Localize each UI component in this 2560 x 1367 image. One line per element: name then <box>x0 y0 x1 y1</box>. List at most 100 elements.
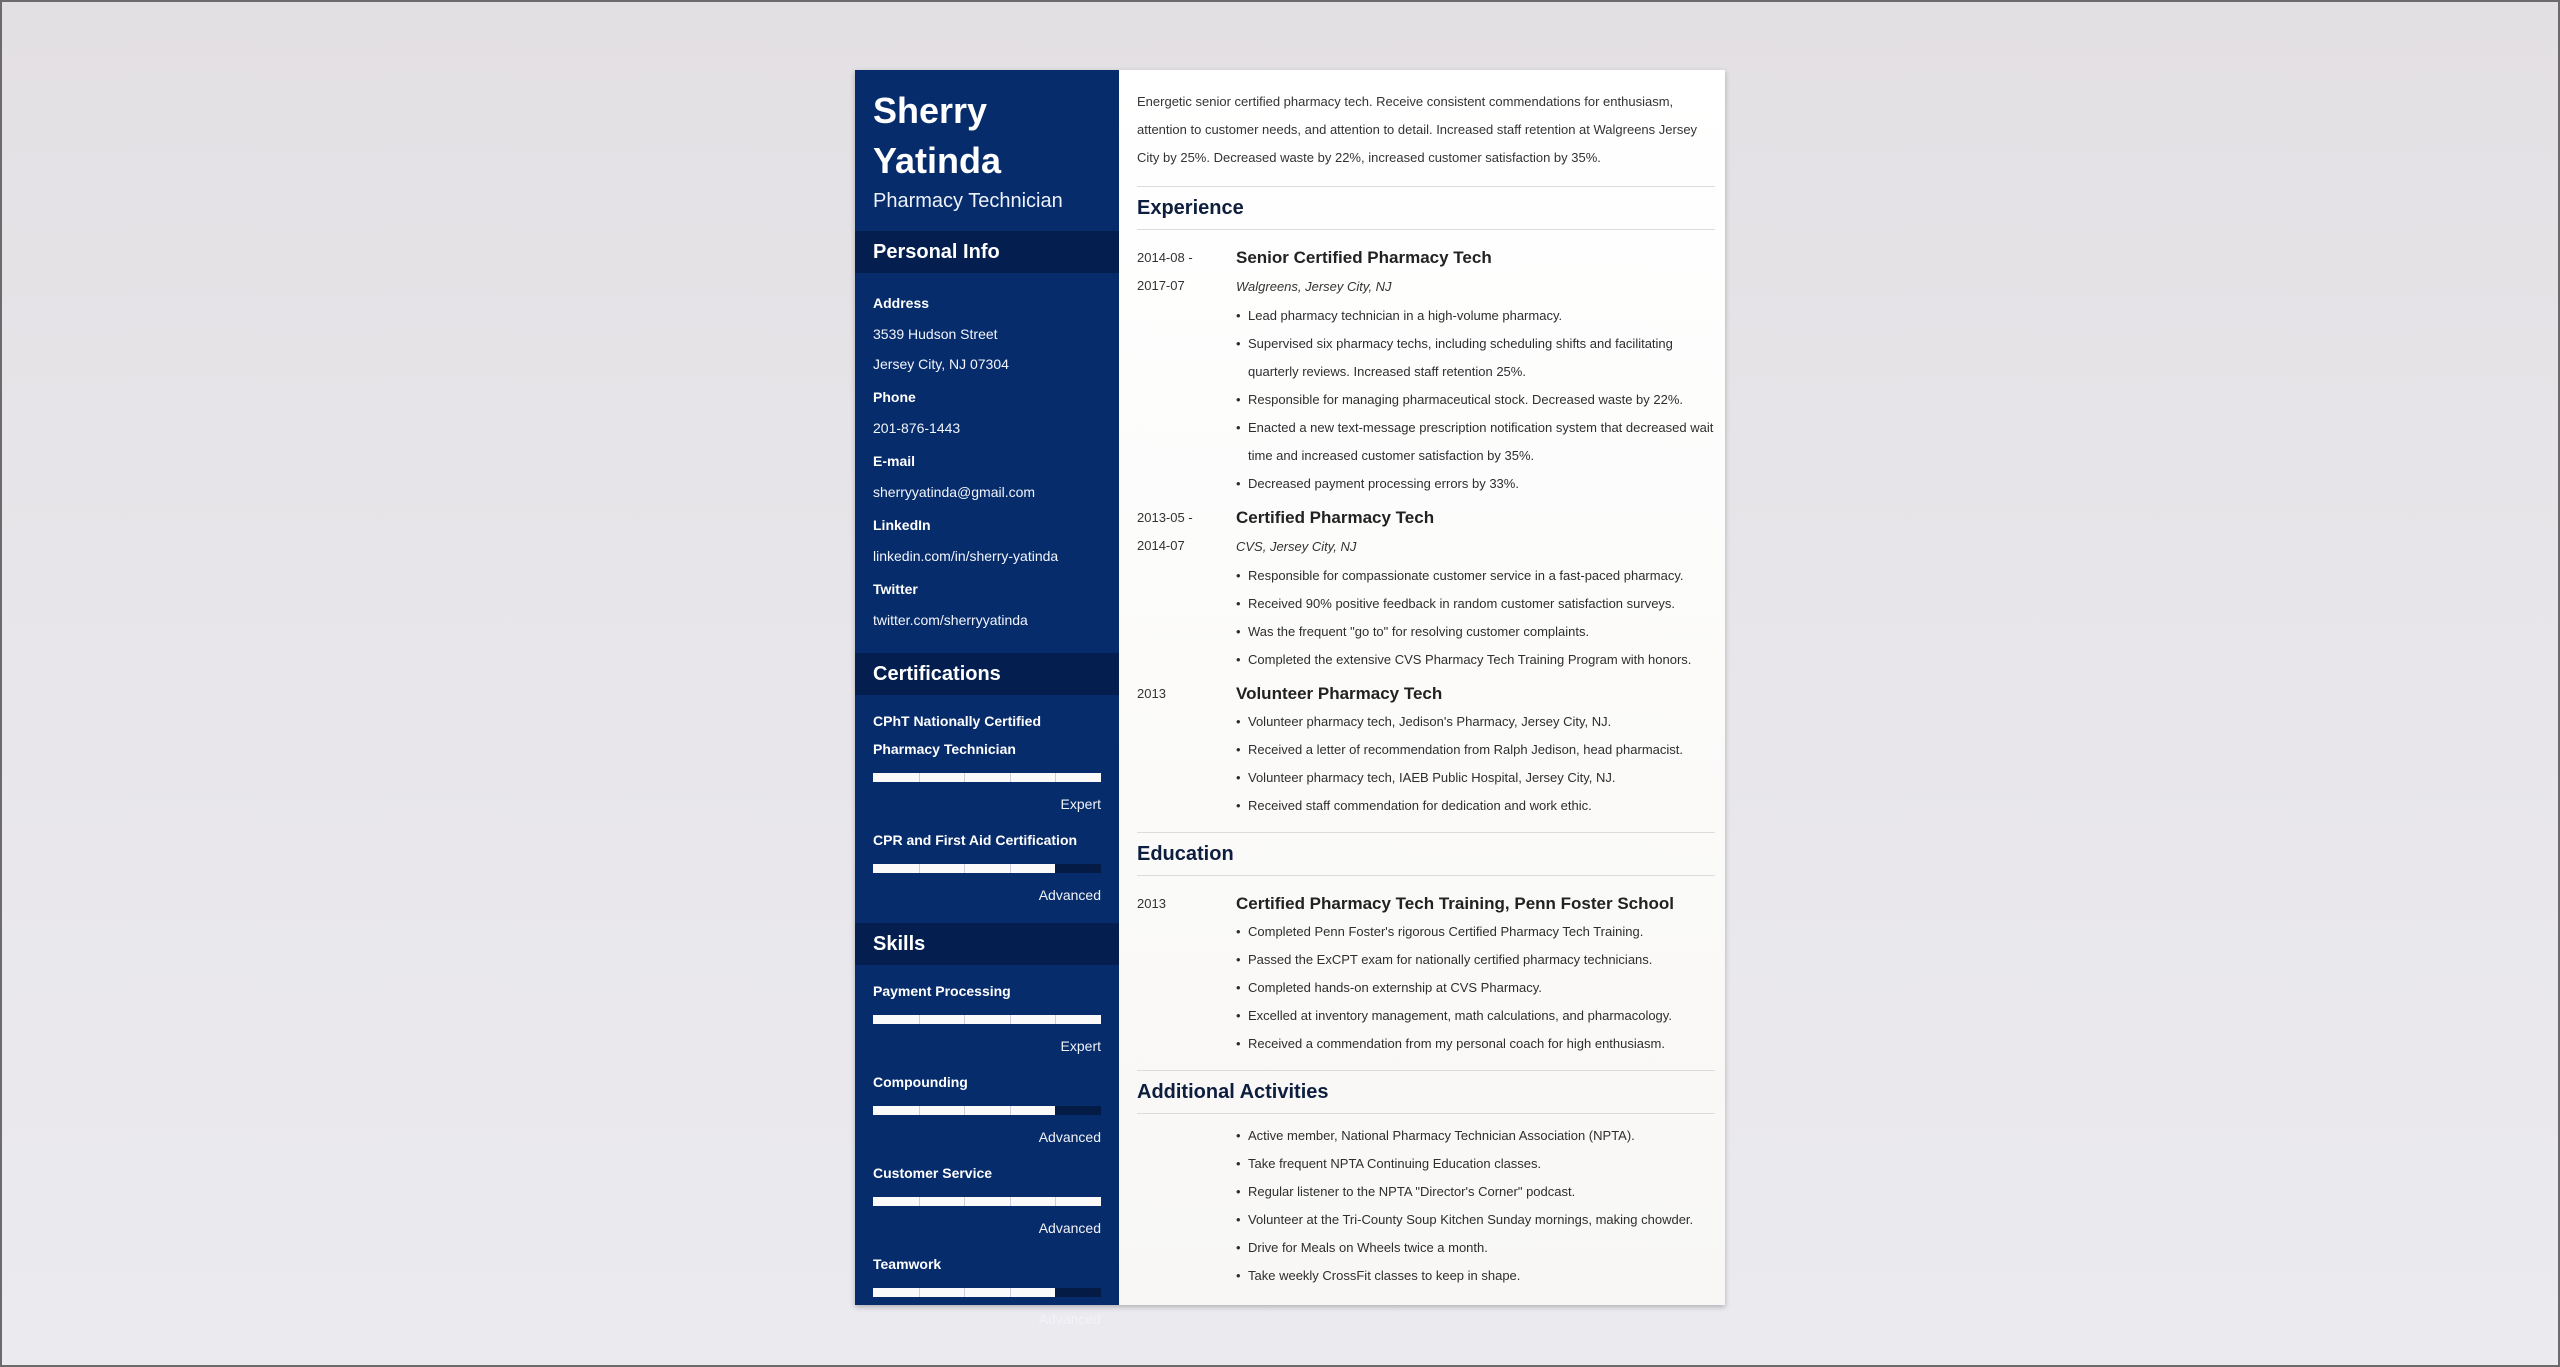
proficiency-bar-tick <box>964 1015 966 1024</box>
proficiency-level: Advanced <box>1038 1129 1101 1145</box>
resume-sidebar: Sherry Yatinda Pharmacy Technician Perso… <box>855 70 1119 1327</box>
education-entry: 2013 Certified Pharmacy Tech Training, P… <box>1137 890 1715 1058</box>
address-line-2: Jersey City, NJ 07304 <box>873 356 1009 372</box>
date-start: 2013-05 - <box>1137 510 1193 525</box>
date-end: 2017-07 <box>1137 278 1185 293</box>
proficiency-bar-tick <box>1009 1197 1011 1206</box>
list-item: Completed hands-on externship at CVS Pha… <box>1236 974 1715 1002</box>
proficiency-bar-tick <box>1055 1015 1057 1024</box>
list-item: Active member, National Pharmacy Technic… <box>1236 1122 1715 1150</box>
job-title: Pharmacy Technician <box>873 190 1063 212</box>
activities-list: Active member, National Pharmacy Technic… <box>1236 1122 1715 1290</box>
experience-entry: 2014-08 - 2017-07 Senior Certified Pharm… <box>1137 244 1715 498</box>
position-title: Senior Certified Pharmacy Tech <box>1236 248 1492 267</box>
date-start: 2013 <box>1137 686 1166 701</box>
certification-item: CPR and First Aid Certification Advanced <box>855 826 1119 905</box>
position-title: Volunteer Pharmacy Tech <box>1236 684 1443 703</box>
proficiency-bar-tick <box>918 1288 920 1297</box>
entry-date: 2013 <box>1137 896 1166 911</box>
proficiency-bar-tick <box>964 864 966 873</box>
proficiency-level: Advanced <box>1038 1220 1101 1236</box>
list-item: Received a letter of recommendation from… <box>1236 736 1715 764</box>
address-label: Address <box>873 295 930 311</box>
proficiency-bar <box>873 773 1101 782</box>
list-item: Supervised six pharmacy techs, including… <box>1236 330 1715 386</box>
list-item: Regular listener to the NPTA "Director's… <box>1236 1178 1715 1206</box>
proficiency-bar-tick <box>964 1106 966 1115</box>
responsibilities-list: Responsible for compassionate customer s… <box>1236 562 1715 674</box>
education-details-list: Completed Penn Foster's rigorous Certifi… <box>1236 918 1715 1058</box>
list-item: Volunteer pharmacy tech, IAEB Public Hos… <box>1236 764 1715 792</box>
twitter-label: Twitter <box>873 581 918 597</box>
personal-info-heading: Personal Info <box>855 231 1119 273</box>
skills-heading: Skills <box>855 923 1119 965</box>
proficiency-bar <box>873 1197 1101 1206</box>
list-item: Passed the ExCPT exam for nationally cer… <box>1236 946 1715 974</box>
entry-dates: 2014-08 - 2017-07 <box>1137 244 1236 498</box>
skill-item: Customer Service Advanced <box>855 1159 1119 1238</box>
linkedin-link[interactable]: linkedin.com/in/sherry-yatinda <box>855 541 1119 571</box>
list-item: Completed Penn Foster's rigorous Certifi… <box>1236 918 1715 946</box>
list-item: Received 90% positive feedback in random… <box>1236 590 1715 618</box>
certification-name: CPhT Nationally Certified Pharmacy Techn… <box>873 713 1042 757</box>
list-item: Take weekly CrossFit classes to keep in … <box>1236 1262 1715 1290</box>
proficiency-bar-tick <box>1009 1015 1011 1024</box>
proficiency-bar-fill <box>873 1015 1101 1024</box>
proficiency-bar-tick <box>918 1197 920 1206</box>
proficiency-bar-tick <box>964 773 966 782</box>
section-divider <box>1137 229 1715 230</box>
proficiency-level: Advanced <box>1038 1311 1101 1327</box>
twitter-link[interactable]: twitter.com/sherryyatinda <box>855 605 1119 635</box>
proficiency-bar-tick <box>918 1015 920 1024</box>
phone-label: Phone <box>873 389 916 405</box>
entry-dates: 2013 <box>1137 680 1236 820</box>
list-item: Received staff commendation for dedicati… <box>1236 792 1715 820</box>
list-item: Responsible for compassionate customer s… <box>1236 562 1715 590</box>
proficiency-bar-tick <box>964 1288 966 1297</box>
profile-summary: Energetic senior certified pharmacy tech… <box>1137 94 1698 165</box>
proficiency-level: Expert <box>1060 796 1101 812</box>
proficiency-bar-tick <box>1009 773 1011 782</box>
proficiency-bar-fill <box>873 1197 1101 1206</box>
list-item: Enacted a new text-message prescription … <box>1236 414 1715 470</box>
section-divider <box>1137 1113 1715 1114</box>
proficiency-bar-tick <box>964 1197 966 1206</box>
activities-heading: Additional Activities <box>1137 1081 1329 1103</box>
email-link[interactable]: sherryyatinda@gmail.com <box>855 477 1119 507</box>
phone-value: 201-876-1443 <box>873 420 961 436</box>
resume-page: Sherry Yatinda Pharmacy Technician Perso… <box>855 70 1725 1327</box>
responsibilities-list: Volunteer pharmacy tech, Jedison's Pharm… <box>1236 708 1715 820</box>
skill-name: Teamwork <box>873 1256 942 1272</box>
list-item: Completed the extensive CVS Pharmacy Tec… <box>1236 646 1715 674</box>
skill-name: Compounding <box>873 1074 968 1090</box>
proficiency-bar-tick <box>1009 864 1011 873</box>
skill-name: Customer Service <box>873 1165 993 1181</box>
list-item: Excelled at inventory management, math c… <box>1236 1002 1715 1030</box>
experience-entry: 2013-05 - 2014-07 Certified Pharmacy Tec… <box>1137 504 1715 674</box>
proficiency-bar-tick <box>1055 1197 1057 1206</box>
proficiency-bar <box>873 1015 1101 1024</box>
certification-name: CPR and First Aid Certification <box>873 832 1078 848</box>
skill-item: Payment Processing Expert <box>855 977 1119 1056</box>
linkedin-label: LinkedIn <box>873 517 931 533</box>
list-item: Volunteer at the Tri-County Soup Kitchen… <box>1236 1206 1715 1234</box>
proficiency-bar-tick <box>918 773 920 782</box>
proficiency-bar-tick <box>1009 1106 1011 1115</box>
proficiency-bar-tick <box>1009 1288 1011 1297</box>
list-item: Take frequent NPTA Continuing Education … <box>1236 1150 1715 1178</box>
proficiency-bar-tick <box>1055 773 1057 782</box>
position-title: Certified Pharmacy Tech <box>1236 508 1435 527</box>
education-title: Certified Pharmacy Tech Training, Penn F… <box>1236 894 1675 913</box>
resume-main: Energetic senior certified pharmacy tech… <box>1119 70 1725 1305</box>
section-divider <box>1137 875 1715 876</box>
proficiency-bar-tick <box>918 1106 920 1115</box>
list-item: Was the frequent "go to" for resolving c… <box>1236 618 1715 646</box>
proficiency-bar <box>873 1106 1101 1115</box>
experience-entry: 2013 Volunteer Pharmacy Tech Volunteer p… <box>1137 680 1715 820</box>
employer: Walgreens, Jersey City, NJ <box>1236 279 1392 294</box>
list-item: Lead pharmacy technician in a high-volum… <box>1236 302 1715 330</box>
skill-item: Teamwork Advanced <box>855 1250 1119 1329</box>
email-label: E-mail <box>873 453 916 469</box>
list-item: Decreased payment processing errors by 3… <box>1236 470 1715 498</box>
responsibilities-list: Lead pharmacy technician in a high-volum… <box>1236 302 1715 498</box>
